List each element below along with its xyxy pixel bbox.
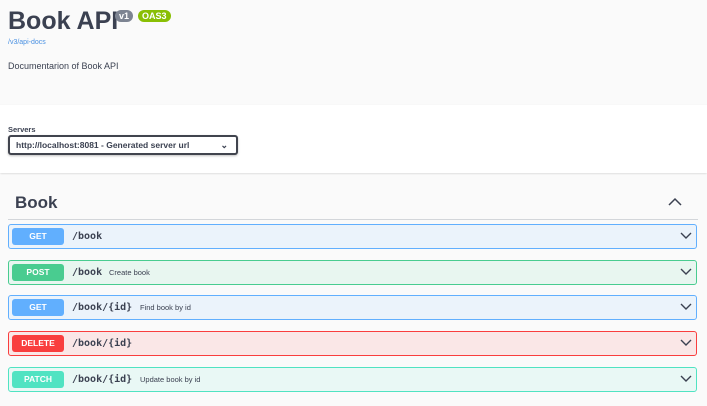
operation-get-book[interactable]: GET /book bbox=[8, 224, 697, 249]
operation-get-book-by-id[interactable]: GET /book/{id} Find book by id bbox=[8, 295, 697, 320]
method-badge: GET bbox=[12, 299, 64, 316]
method-badge: POST bbox=[12, 264, 64, 281]
tag-header-book[interactable]: Book bbox=[8, 187, 698, 220]
chevron-down-icon[interactable] bbox=[680, 303, 692, 311]
chevron-down-icon[interactable] bbox=[680, 375, 692, 383]
operation-summary: Update book by id bbox=[140, 375, 201, 384]
method-badge: GET bbox=[12, 228, 64, 245]
chevron-down-icon[interactable] bbox=[680, 232, 692, 240]
chevron-down-icon: ⌄ bbox=[220, 140, 228, 150]
servers-section: Servers http://localhost:8081 - Generate… bbox=[0, 105, 707, 173]
api-info-block: Book API v1 OAS3 /v3/api-docs Documentar… bbox=[0, 0, 707, 105]
operation-path: /book/{id} bbox=[72, 338, 133, 349]
api-title: Book API bbox=[8, 7, 119, 35]
version-badge: v1 bbox=[115, 10, 134, 22]
api-docs-link[interactable]: /v3/api-docs bbox=[8, 39, 46, 46]
method-badge: PATCH bbox=[12, 371, 64, 388]
chevron-down-icon[interactable] bbox=[680, 268, 692, 276]
server-select-value: http://localhost:8081 - Generated server… bbox=[16, 140, 190, 150]
operation-summary: Find book by id bbox=[140, 303, 191, 312]
operation-path: /book bbox=[72, 231, 103, 242]
chevron-down-icon[interactable] bbox=[680, 339, 692, 347]
server-select[interactable]: http://localhost:8081 - Generated server… bbox=[8, 135, 238, 155]
operation-patch-book-by-id[interactable]: PATCH /book/{id} Update book by id bbox=[8, 367, 697, 392]
operation-path: /book/{id} bbox=[72, 374, 133, 385]
oas-badge: OAS3 bbox=[138, 10, 171, 22]
operation-post-book[interactable]: POST /book Create book bbox=[8, 260, 697, 285]
chevron-up-icon[interactable] bbox=[668, 197, 682, 207]
operation-path: /book/{id} bbox=[72, 302, 133, 313]
servers-label: Servers bbox=[8, 125, 36, 134]
operation-summary: Create book bbox=[109, 268, 150, 277]
operation-path: /book bbox=[72, 267, 103, 278]
method-badge: DELETE bbox=[12, 335, 64, 352]
api-description: Documentarion of Book API bbox=[8, 61, 119, 71]
operations-section: Book GET /book POST /book Create book GE… bbox=[0, 175, 707, 406]
operation-delete-book-by-id[interactable]: DELETE /book/{id} bbox=[8, 331, 697, 356]
tag-name: Book bbox=[15, 193, 58, 212]
